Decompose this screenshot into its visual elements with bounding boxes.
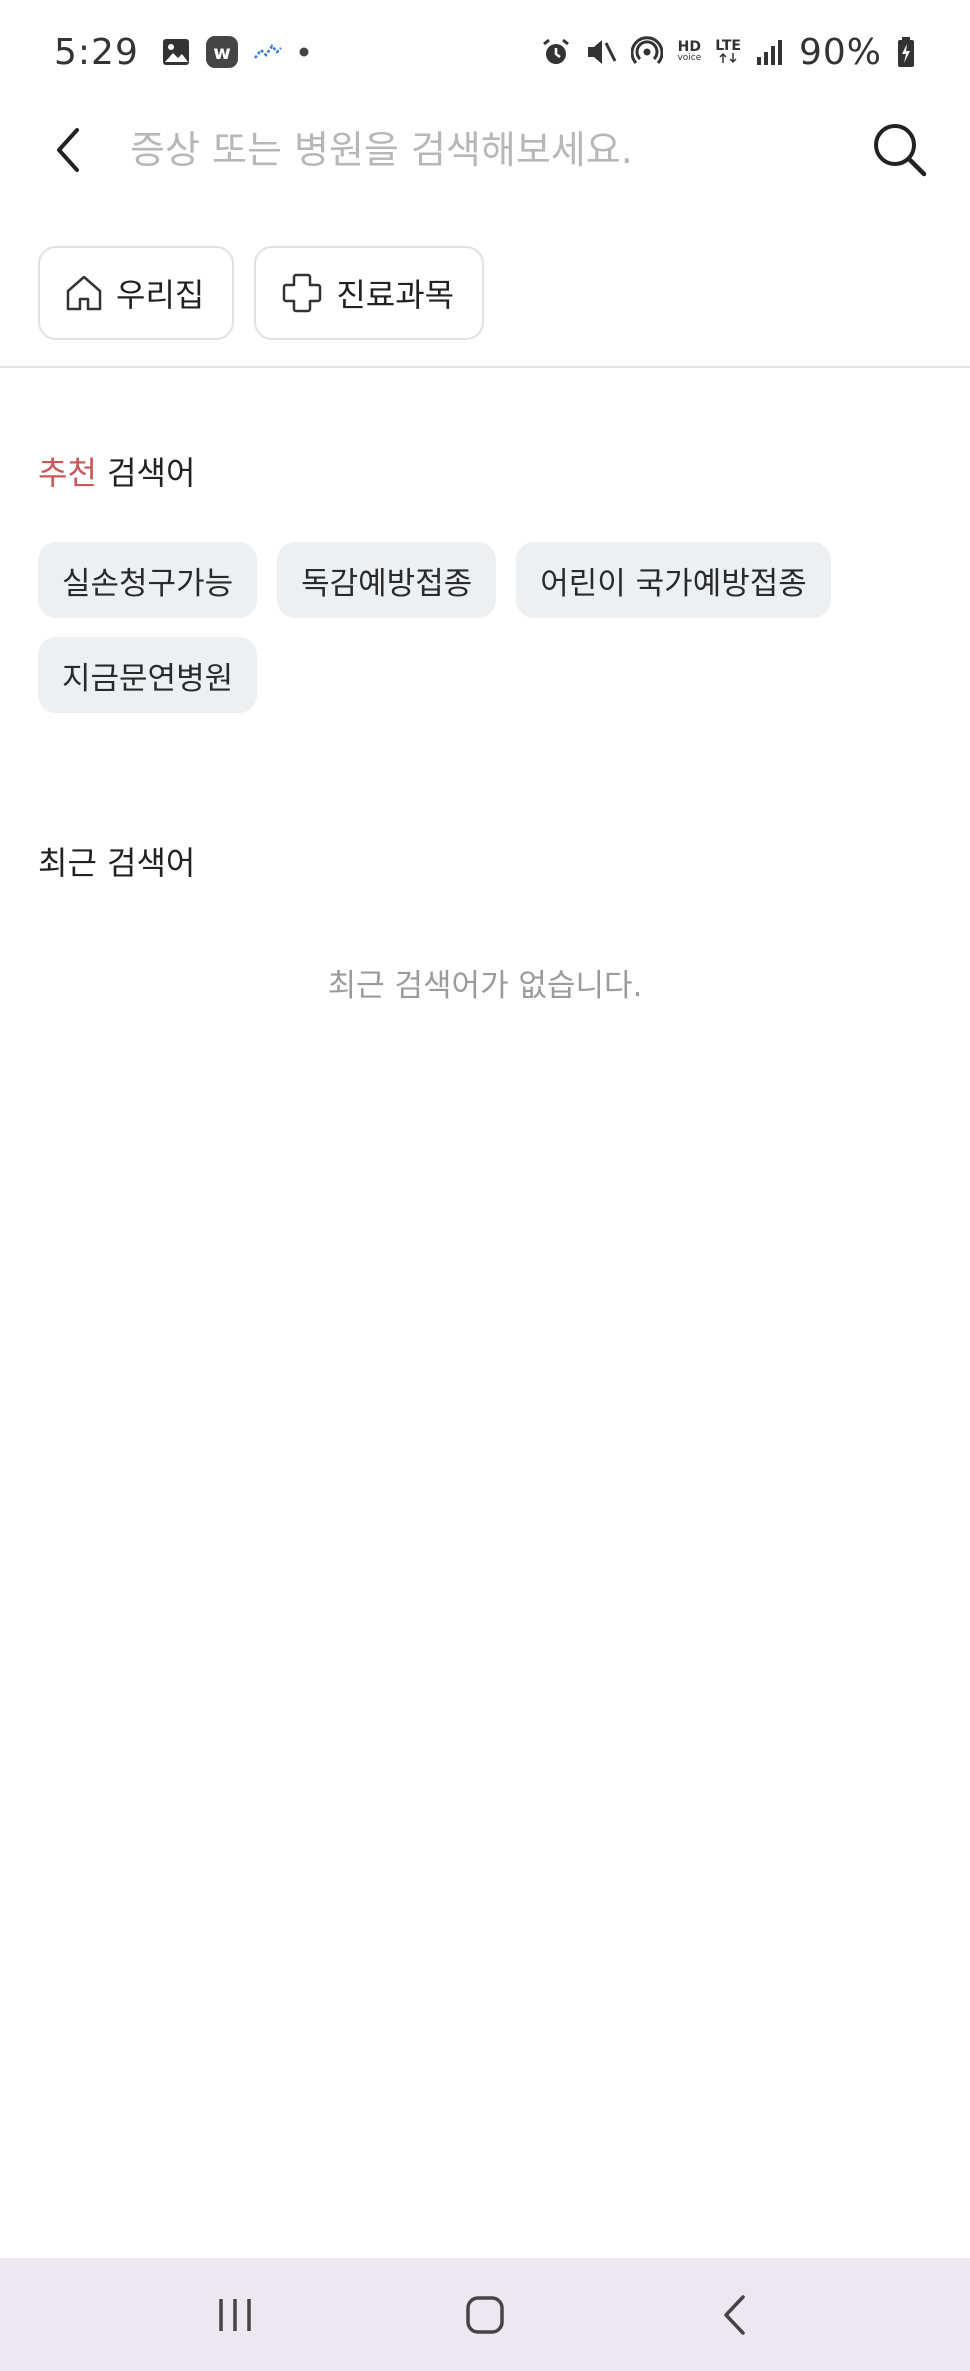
home-icon <box>66 275 102 311</box>
w-app-icon: w <box>205 35 239 69</box>
keyword-chip[interactable]: 독감예방접종 <box>277 542 497 618</box>
chevron-left-icon <box>57 128 79 172</box>
header-divider <box>0 366 970 368</box>
home-nav-icon <box>466 2295 504 2334</box>
signal-icon <box>755 38 785 66</box>
filter-bar: 우리집 진료과목 <box>38 246 485 340</box>
dot-icon <box>297 45 311 59</box>
status-left: 5:29 w <box>54 32 311 73</box>
home-filter-button[interactable]: 우리집 <box>38 246 235 340</box>
lte-label: LTE <box>715 38 741 54</box>
hd-label: HD <box>677 39 702 55</box>
battery-percent: 90% <box>798 31 882 73</box>
back-button[interactable] <box>44 122 92 178</box>
search-header <box>0 104 970 196</box>
recent-apps-icon <box>219 2298 251 2331</box>
recommended-title-accent: 추천 <box>38 454 97 492</box>
image-icon <box>161 37 191 67</box>
department-filter-label: 진료과목 <box>336 276 455 314</box>
hd-voice-icon: HD voice <box>677 39 702 63</box>
home-button[interactable] <box>435 2275 535 2355</box>
recommended-section-title: 추천 검색어 <box>38 448 195 494</box>
recent-empty-message: 최근 검색어가 없습니다. <box>327 968 643 1004</box>
lte-icon: LTE <box>715 38 741 64</box>
hotspot-icon <box>631 36 664 68</box>
recommended-keyword-list: 실손청구가능 독감예방접종 어린이 국가예방접종 지금문연병원 <box>38 542 938 713</box>
screen: 5:29 w HD voice LTE 90% 증상 또는 병원을 검색해보세요… <box>0 0 970 2371</box>
stock-chart-icon <box>253 42 283 62</box>
svg-text:w: w <box>213 42 231 64</box>
recommended-title-rest: 검색어 <box>96 454 196 492</box>
status-right: HD voice LTE 90% <box>541 32 916 73</box>
department-filter-button[interactable]: 진료과목 <box>254 246 485 340</box>
recent-apps-button[interactable] <box>185 2275 285 2355</box>
status-time: 5:29 <box>54 31 139 73</box>
battery-charging-icon <box>896 36 916 68</box>
hd-sub-label: voice <box>677 53 702 63</box>
keyword-chip[interactable]: 어린이 국가예방접종 <box>516 542 831 618</box>
mute-icon <box>585 37 617 67</box>
home-filter-label: 우리집 <box>116 276 205 314</box>
recent-section-title: 최근 검색어 <box>38 844 196 882</box>
search-icon <box>874 124 927 177</box>
search-input[interactable] <box>130 120 850 180</box>
alarm-icon <box>541 37 571 67</box>
keyword-chip[interactable]: 지금문연병원 <box>38 637 258 713</box>
system-nav-bar <box>0 2258 970 2371</box>
search-button[interactable] <box>868 118 932 182</box>
medical-cross-icon <box>283 273 322 313</box>
status-bar: 5:29 w HD voice LTE 90% <box>0 0 970 104</box>
keyword-chip[interactable]: 실손청구가능 <box>38 542 258 618</box>
back-nav-icon <box>724 2294 745 2335</box>
system-back-button[interactable] <box>685 2275 785 2355</box>
